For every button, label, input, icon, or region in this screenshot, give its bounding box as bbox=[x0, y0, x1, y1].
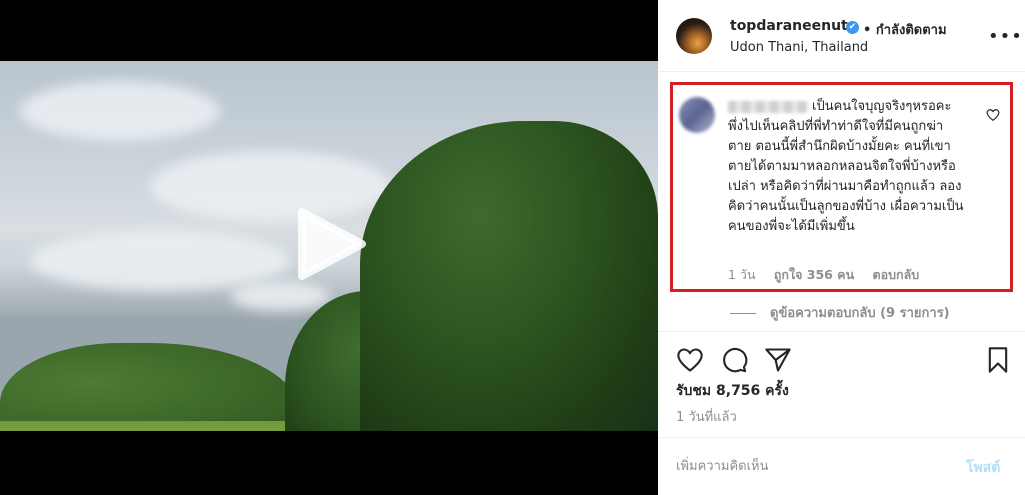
comment-icon[interactable] bbox=[720, 346, 748, 374]
trees bbox=[360, 121, 658, 431]
treeline bbox=[0, 343, 300, 431]
comment-likes[interactable]: ถูกใจ 356 คน bbox=[774, 267, 854, 282]
username[interactable]: topdaraneenute bbox=[730, 18, 857, 34]
comment-meta: 1 วัน ถูกใจ 356 คน ตอบกลับ bbox=[728, 265, 933, 285]
more-options-icon[interactable]: ••• bbox=[988, 26, 1023, 47]
follow-status-button[interactable]: • กำลังติดตาม bbox=[863, 19, 947, 40]
heart-icon[interactable] bbox=[986, 107, 1000, 121]
comment-text: เป็นคนใจบุญจริงๆหรอคะ พึ่งไปเห็นคลิปที่พ… bbox=[728, 99, 964, 234]
heart-icon[interactable] bbox=[676, 346, 704, 374]
reply-button[interactable]: ตอบกลับ bbox=[873, 267, 920, 282]
location-link[interactable]: Udon Thani, Thailand bbox=[730, 40, 868, 55]
comment-input-row: โพสต์ bbox=[658, 437, 1025, 495]
verified-icon: ✔ bbox=[846, 21, 859, 34]
add-comment-input[interactable] bbox=[676, 456, 946, 476]
post-header: topdaraneenute ✔ • กำลังติดตาม Udon Than… bbox=[658, 0, 1025, 72]
grass bbox=[0, 421, 310, 431]
commenter-avatar[interactable] bbox=[679, 97, 715, 133]
cloud bbox=[20, 81, 220, 141]
post-side-panel: topdaraneenute ✔ • กำลังติดตาม Udon Than… bbox=[658, 0, 1025, 495]
avatar[interactable] bbox=[676, 18, 712, 54]
blurred-commenter-name bbox=[728, 100, 808, 113]
view-replies-button[interactable]: ดูข้อความตอบกลับ (9 รายการ) bbox=[730, 302, 950, 323]
post-timestamp[interactable]: 1 วันที่แล้ว bbox=[676, 406, 737, 427]
view-count[interactable]: รับชม 8,756 ครั้ง bbox=[676, 380, 789, 402]
highlighted-comment: เป็นคนใจบุญจริงๆหรอคะ พึ่งไปเห็นคลิปที่พ… bbox=[670, 82, 1013, 292]
play-icon[interactable] bbox=[296, 208, 366, 280]
cloud bbox=[30, 231, 290, 291]
comment-time[interactable]: 1 วัน bbox=[728, 267, 756, 282]
post-comment-button[interactable]: โพสต์ bbox=[966, 457, 1000, 479]
cloud bbox=[230, 281, 330, 311]
share-icon[interactable] bbox=[764, 346, 792, 374]
bookmark-icon[interactable] bbox=[984, 346, 1012, 374]
video-pane bbox=[0, 0, 658, 495]
comment-body: เป็นคนใจบุญจริงๆหรอคะ พึ่งไปเห็นคลิปที่พ… bbox=[728, 97, 966, 237]
